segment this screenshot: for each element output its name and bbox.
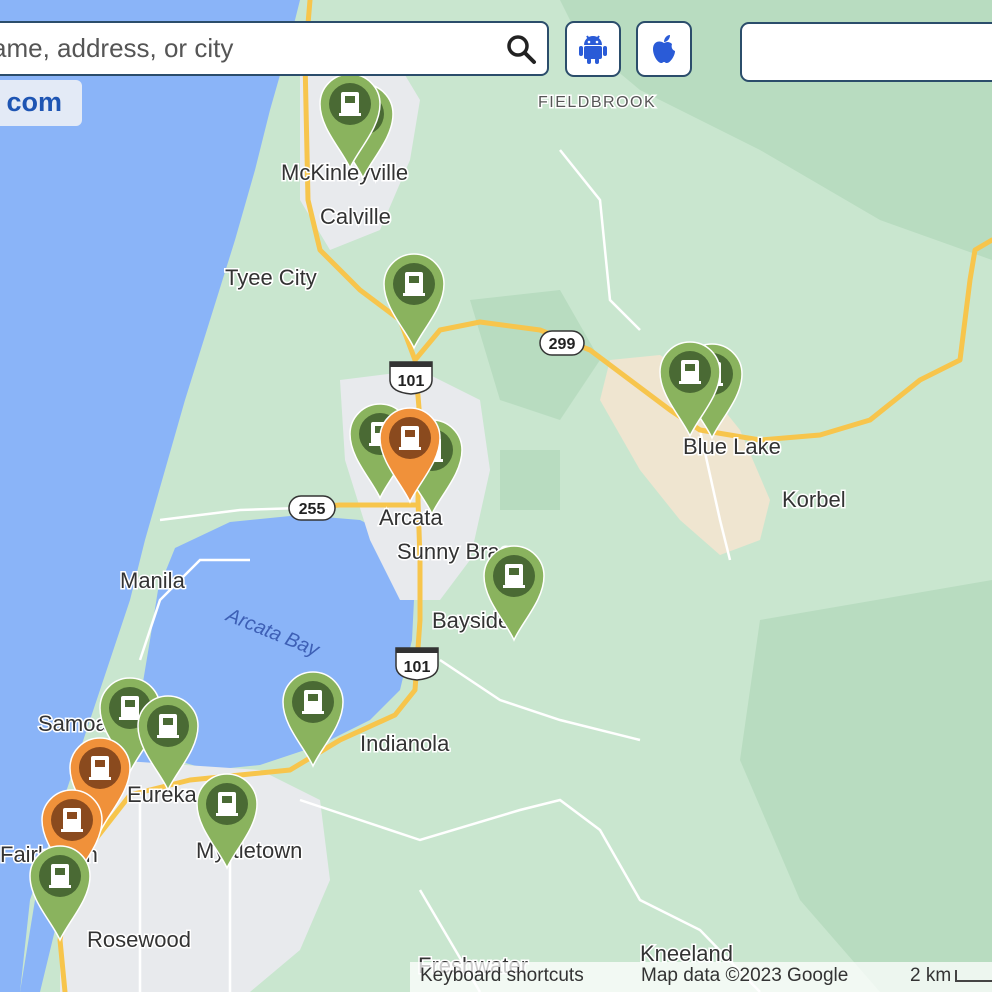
- search-input[interactable]: [0, 23, 492, 74]
- map-data-attribution[interactable]: Map data ©2023 Google: [641, 965, 848, 987]
- site-link-text[interactable]: com: [6, 87, 62, 118]
- route-101-south-shield: 101: [395, 647, 439, 681]
- label-manila: Manila: [120, 568, 186, 593]
- label-tyee-city: Tyee City: [225, 265, 317, 290]
- map-canvas[interactable]: 299 101 255 101 FIELDBROOK McKinleyville…: [0, 0, 992, 992]
- label-calville: Calville: [320, 204, 391, 229]
- scale-label[interactable]: 2 km: [910, 965, 951, 987]
- svg-text:255: 255: [299, 501, 326, 518]
- svg-text:101: 101: [398, 373, 425, 390]
- svg-text:101: 101: [404, 659, 431, 676]
- map-footer: Keyboard shortcuts Map data ©2023 Google…: [410, 962, 992, 992]
- label-mckinleyville: McKinleyville: [281, 160, 408, 185]
- label-eureka: Eureka: [127, 782, 197, 807]
- svg-text:299: 299: [549, 336, 576, 353]
- label-korbel: Korbel: [782, 487, 846, 512]
- search-bar: [0, 21, 549, 76]
- search-icon[interactable]: [505, 33, 537, 65]
- android-icon: [579, 35, 607, 64]
- label-blue-lake: Blue Lake: [683, 434, 781, 459]
- label-fieldbrook: FIELDBROOK: [538, 94, 656, 111]
- route-101-north-shield: 101: [389, 361, 433, 395]
- label-samoa: Samoa: [38, 711, 108, 736]
- label-indianola: Indianola: [360, 731, 450, 756]
- android-app-button[interactable]: [565, 21, 621, 77]
- keyboard-shortcuts-link[interactable]: Keyboard shortcuts: [420, 965, 584, 987]
- scale-bar: [955, 970, 992, 982]
- site-link[interactable]: com: [0, 80, 82, 126]
- apple-icon: [653, 35, 675, 63]
- label-rosewood: Rosewood: [87, 927, 191, 952]
- route-299-shield: 299: [539, 330, 585, 356]
- route-255-shield: 255: [288, 495, 336, 521]
- filter-input[interactable]: [740, 22, 992, 82]
- apple-app-button[interactable]: [636, 21, 692, 77]
